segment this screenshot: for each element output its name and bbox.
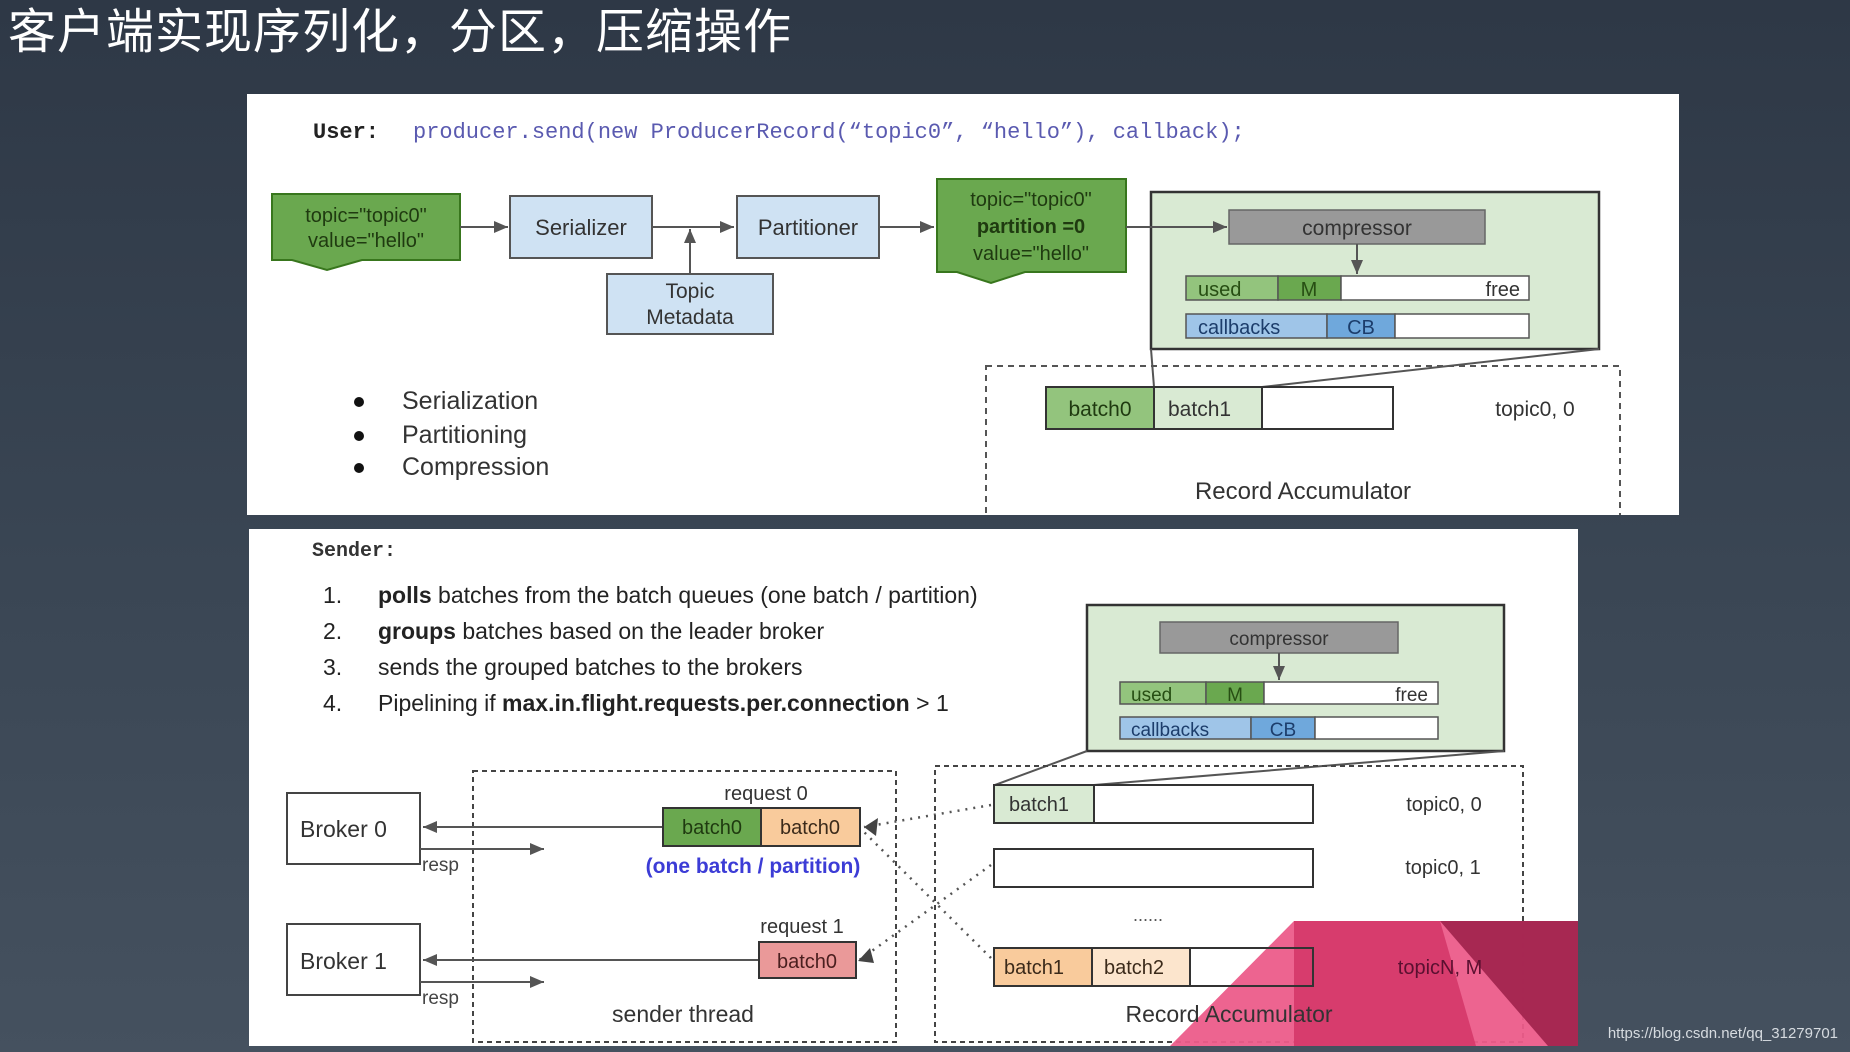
free-label: free [1395,685,1428,706]
callbacks-free-segment [1394,313,1530,339]
callbacks-free-segment [1314,716,1439,740]
broker-0: Broker 0 [286,792,421,865]
partitioner-box: Partitioner [736,195,880,259]
partition-queue-topic0-0: batch1 [993,784,1314,824]
empty-block [993,848,1314,888]
step-4: 4. Pipelining if max.in.flight.requests.p… [323,690,949,716]
broker-0-label: Broker 0 [300,816,387,842]
partition-label-n: topicN, M [1398,957,1482,979]
m-label: M [1301,279,1318,301]
batch1-label: batch1 [1168,398,1231,421]
request1-batch0-label: batch0 [777,951,837,973]
decorative-pink-shape [1170,921,1578,1046]
batch0-label: batch0 [1068,398,1131,421]
sender-panel: Sender: 1. polls batches from the batch q… [249,529,1578,1046]
step-2: 2. groups batches based on the leader bro… [323,618,825,644]
user-code-line: producer.send(new ProducerRecord(“topic0… [413,120,1245,145]
watermark-url: https://blog.csdn.net/qq_31279701 [1607,1025,1838,1042]
sender-steps: 1. polls batches from the batch queues (o… [323,582,978,716]
broker-1: Broker 1 [286,923,421,996]
serializer-label: Serializer [535,215,627,240]
queue-ellipsis: ...... [1133,905,1163,925]
partitioned-record-value: value="hello" [973,243,1089,265]
batch1-label: batch1 [1004,957,1064,979]
zoom-line-left [1150,348,1155,388]
user-code-label: User: [313,120,379,145]
batch1-label: batch1 [1009,794,1069,816]
zoom-line-right [1261,348,1600,388]
resp1-label: resp [422,988,459,1009]
free-label: free [1486,279,1520,301]
callbacks-label: callbacks [1131,720,1209,741]
poll-arrowhead-1 [858,948,874,963]
request0-batch0-orange-label: batch0 [780,817,840,839]
accumulator-label: Record Accumulator [1195,478,1411,505]
compressor-label: compressor [1229,629,1329,650]
topic-metadata-box: Topic Metadata [606,273,774,335]
one-batch-note: (one batch / partition) [646,855,861,878]
sender-code-label: Sender: [312,540,396,563]
request0-batch0-green-label: batch0 [682,817,742,839]
serializer-box: Serializer [509,195,653,259]
resp0-label: resp [422,855,459,876]
sender-diagram: Sender: 1. polls batches from the batch q… [286,540,1578,1046]
broker-1-label: Broker 1 [300,948,387,974]
producer-pipeline-diagram: User: producer.send(new ProducerRecord(“… [271,120,1621,515]
partitioned-record-topic: topic="topic0" [970,189,1092,211]
topic-metadata-line1: Topic [665,280,714,303]
input-record-value: value="hello" [308,230,424,252]
request1-label: request 1 [760,916,843,938]
partition-label-0: topic0, 0 [1406,794,1482,816]
bullet-compression: Compression [402,453,549,481]
producer-pipeline-panel: User: producer.send(new ProducerRecord(“… [247,94,1679,515]
page-title: 客户端实现序列化，分区，压缩操作 [8,4,793,60]
partition-label-1: topic0, 1 [1405,857,1481,879]
topic-metadata-line2: Metadata [646,306,734,329]
callbacks-label: callbacks [1198,317,1280,339]
cb-label: CB [1270,720,1296,741]
sender-thread-label: sender thread [612,1001,754,1027]
partitioned-record-box: topic="topic0" partition =0 value="hello… [936,178,1127,285]
feature-bullets: Serialization Partitioning Compression [354,387,549,481]
used-label: used [1198,279,1241,301]
empty-block [1093,784,1314,824]
input-record-topic: topic="topic0" [305,205,427,227]
poll-dotted-lines [857,803,992,963]
used-label: used [1131,685,1172,706]
zoom-line-left [994,750,1088,786]
bullet-serialization: Serialization [402,387,538,415]
step-3: 3. sends the grouped batches to the broke… [323,654,803,680]
step-1: 1. polls batches from the batch queues (o… [323,582,978,608]
request0-label: request 0 [724,783,807,805]
partition-label: topic0, 0 [1495,398,1574,421]
empty-block [1261,386,1394,430]
partition-queue-topic0-1 [993,848,1314,888]
compressor-label: compressor [1302,217,1412,240]
input-record-box: topic="topic0" value="hello" [271,193,461,272]
partitioner-label: Partitioner [758,215,858,240]
bullet-partitioning: Partitioning [402,421,527,449]
m-label: M [1227,685,1243,706]
batch-detail-box: compressor used M free callbacks CB [1085,603,1506,753]
batch-detail-box: compressor used M free callbacks CB [1126,190,1601,351]
partitioned-record-partition: partition =0 [977,216,1085,238]
zoom-line-right [1093,750,1505,786]
partition-queue-topic0-0: batch0 batch1 [1045,386,1394,430]
batch2-label: batch2 [1104,957,1164,979]
accumulator-label: Record Accumulator [1125,1001,1332,1027]
cb-label: CB [1347,317,1375,339]
